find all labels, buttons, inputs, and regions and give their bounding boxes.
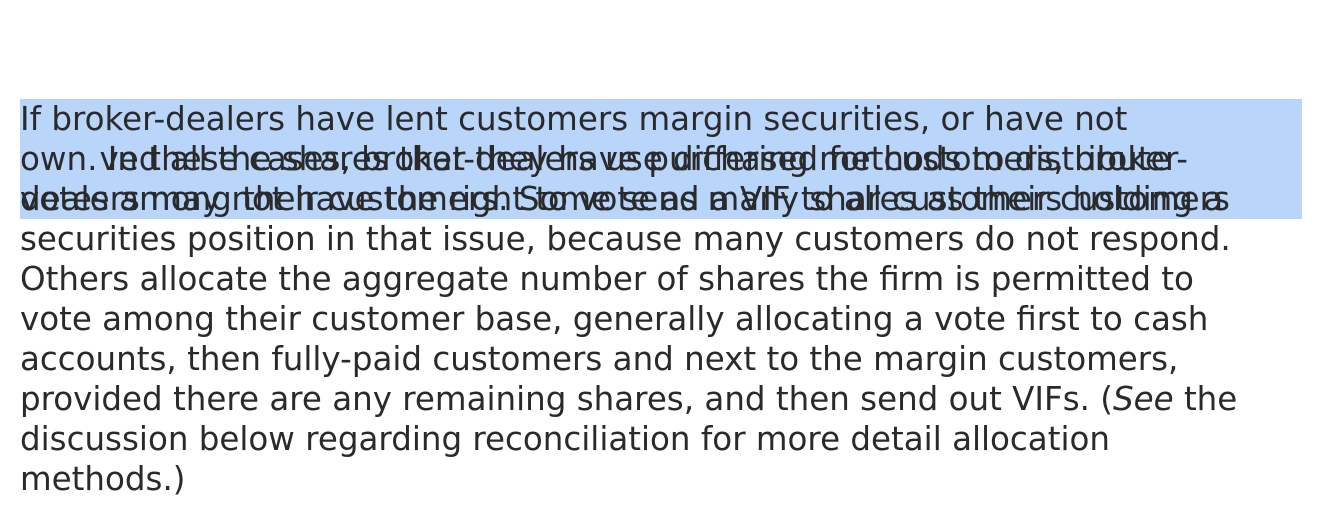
- body-text: the: [1173, 380, 1238, 418]
- text-line: dealers may not have the right to vote a…: [20, 99, 1320, 219]
- text-line: vote among their customer base, generall…: [20, 300, 1209, 338]
- text-line: votes among their customers. Some send a…: [20, 180, 1224, 218]
- body-text: In these cases, broker-dealers use diffe…: [97, 140, 1171, 178]
- selected-text[interactable]: own.: [20, 140, 98, 178]
- text-line: discussion below regarding reconciliatio…: [20, 420, 1110, 458]
- text-line: securities position in that issue, becau…: [20, 220, 1231, 258]
- body-text: provided there are any remaining shares,…: [20, 380, 1113, 418]
- italic-see: See: [1112, 380, 1174, 418]
- text-line: If broker-dealers have lent customers ma…: [20, 19, 1320, 139]
- text-line: accounts, then fully-paid customers and …: [20, 340, 1179, 378]
- text-line: own. In these cases, broker-dealers use …: [20, 139, 1320, 179]
- text-line: methods.): [20, 460, 186, 498]
- document-body: If broker-dealers have lent customers ma…: [20, 19, 1320, 499]
- text-line: Others allocate the aggregate number of …: [20, 260, 1194, 298]
- text-line: received all the shares that they have p…: [20, 59, 1320, 179]
- text-line: provided there are any remaining shares,…: [20, 379, 1320, 419]
